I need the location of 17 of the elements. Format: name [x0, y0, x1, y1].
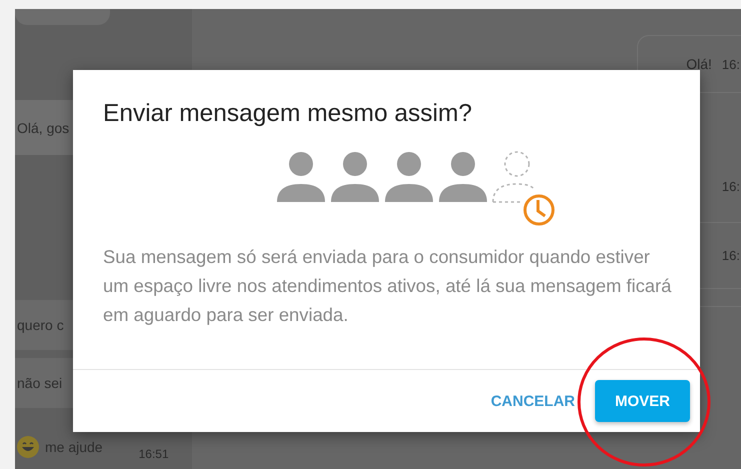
message-time: 16:: [722, 56, 740, 72]
person-icon: [438, 152, 486, 202]
message-text: quero c: [17, 317, 64, 333]
message-text: Olá, gos: [17, 120, 70, 136]
cancel-button[interactable]: CANCELAR: [486, 384, 579, 418]
message-time: 16:: [722, 179, 740, 194]
message-time: 16:: [722, 248, 740, 263]
dialog-title: Enviar mensagem mesmo assim?: [103, 100, 473, 128]
message-text: Olá!: [686, 56, 712, 72]
empty-seat-icon: [492, 151, 536, 203]
person-icon: [330, 152, 378, 202]
clock-icon: [523, 194, 554, 226]
person-icon: [276, 152, 324, 202]
dialog-message: Sua mensagem só será enviada para o consumidor quando estiver um espaço livre nos atendimentos ativos, até lá sua mensagem ficará em aguardo para ser enviada.: [103, 245, 672, 327]
move-button[interactable]: MOVER: [595, 380, 690, 422]
person-icon: [384, 152, 432, 202]
message-text: não sei: [17, 375, 62, 391]
